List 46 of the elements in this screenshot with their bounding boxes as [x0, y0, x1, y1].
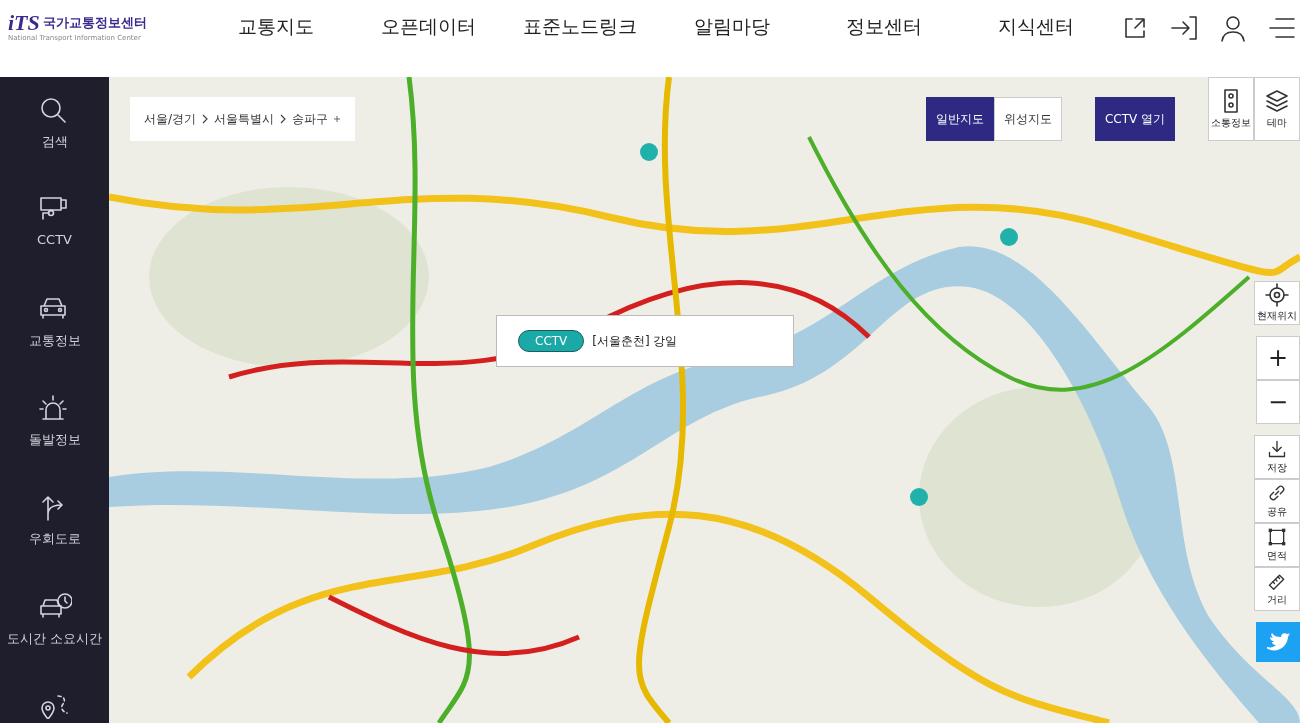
zoom-in-button[interactable]: + [1256, 336, 1300, 380]
cctv-name: [서울춘천] 강일 [592, 332, 678, 350]
menu-icon[interactable] [1268, 15, 1296, 41]
map-type-tab[interactable]: 위성지도 [993, 97, 1062, 141]
cctv-badge: CCTV [518, 330, 585, 352]
map-tool-button[interactable]: 거리 [1254, 567, 1300, 611]
login-icon[interactable] [1170, 14, 1198, 42]
map-tool-button[interactable]: 공유 [1254, 479, 1300, 523]
layer-button[interactable]: 소통정보 [1208, 77, 1254, 141]
sidebar-item[interactable]: 교통정보 [0, 293, 109, 393]
chevron-right-icon [201, 114, 210, 124]
download-icon [1267, 439, 1287, 459]
sidebar-item[interactable]: CCTV [0, 194, 109, 294]
nav-link[interactable]: 교통지도 [200, 12, 352, 40]
user-icon[interactable] [1220, 14, 1246, 42]
map-tool-button[interactable]: 저장 [1254, 435, 1300, 479]
nav-link[interactable]: 알림마당 [656, 12, 808, 40]
external-link-icon[interactable] [1122, 15, 1148, 41]
map-type-tab[interactable]: 일반지도 [925, 97, 994, 141]
breadcrumb-link[interactable]: 서울/경기 [144, 110, 197, 128]
area-select-icon [1267, 527, 1287, 547]
layers-icon [1265, 88, 1289, 114]
sidebar-item[interactable]: 도시간 소요시간 [0, 591, 109, 691]
route-pin-icon [39, 692, 70, 719]
bird-icon [1265, 632, 1291, 652]
ruler-icon [1267, 571, 1287, 591]
link-icon [1267, 483, 1287, 503]
layer-button[interactable]: 테마 [1254, 77, 1300, 141]
share-button[interactable] [1256, 622, 1300, 662]
crosshair-icon [1265, 283, 1289, 307]
sidebar-item[interactable]: 검색 [0, 95, 109, 195]
nav-link[interactable]: 지식센터 [960, 12, 1112, 40]
sidebar-item[interactable]: 돌발정보 [0, 393, 109, 493]
sidebar-item[interactable]: 우회도로 [0, 492, 109, 592]
cctv-open-button[interactable]: CCTV 열기 [1094, 97, 1175, 141]
map-tool-button[interactable]: 면적 [1254, 523, 1300, 567]
nav-link[interactable]: 오픈데이터 [352, 12, 504, 40]
zoom-out-button[interactable]: − [1256, 380, 1300, 424]
logo-title: 국가교통정보센터 [42, 14, 147, 32]
chevron-right-icon [279, 114, 288, 124]
breadcrumb-link[interactable]: 송파구 [292, 110, 329, 128]
breadcrumb-link[interactable]: 서울특별시 [214, 110, 275, 128]
logo-mark: iTS [8, 12, 40, 34]
nav-link[interactable]: 정보센터 [808, 12, 960, 40]
current-location-button[interactable]: 현재위치 [1254, 281, 1300, 325]
nav-link[interactable]: 표준노드링크 [504, 12, 656, 40]
